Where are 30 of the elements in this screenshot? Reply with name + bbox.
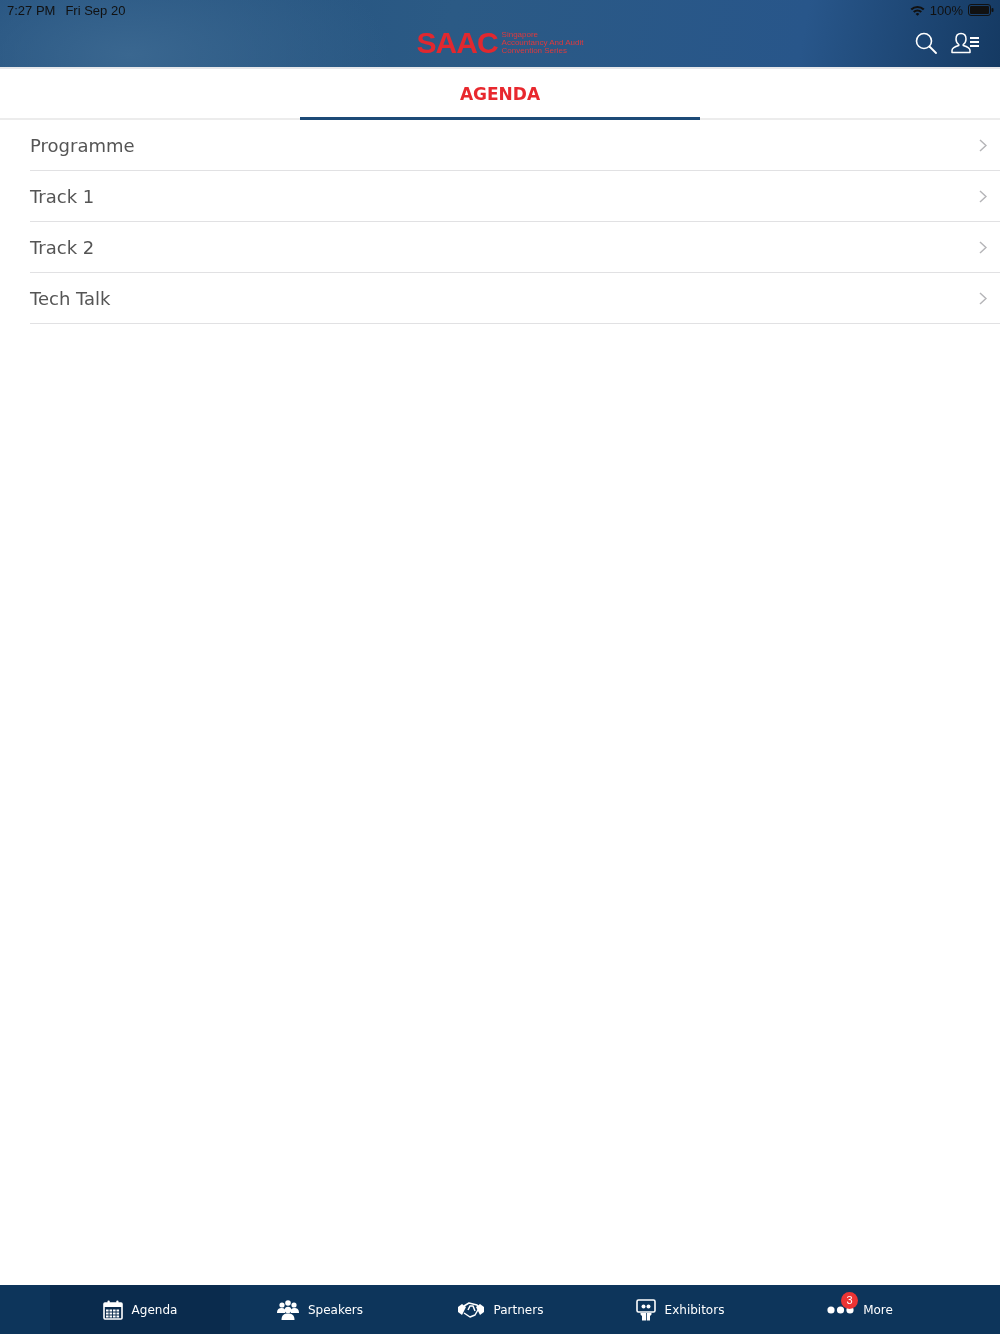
battery-icon [968,4,994,16]
status-date: Fri Sep 20 [65,2,126,18]
logo-mark: SAAC [416,27,498,58]
status-time: 7:27 PM [7,2,56,18]
logo-tagline: Convention Series [501,46,568,55]
search-icon[interactable] [915,32,937,54]
chevron-right-icon [979,189,987,203]
people-group-icon [276,1299,299,1320]
tab-bar-item[interactable]: 3 More [770,1285,950,1334]
notification-badge: 3 [841,1291,859,1309]
chevron-right-icon [979,240,987,254]
exhibitor-board-icon [635,1298,656,1321]
row-label: Track 2 [30,236,95,258]
chevron-right-icon [979,138,987,152]
handshake-icon [456,1300,485,1319]
row-label: Programme [30,134,135,156]
row-label: Tech Talk [30,287,111,309]
chevron-right-icon [979,291,987,305]
tab-bar-item[interactable]: Partners [410,1285,590,1334]
tab-bar-item[interactable]: Speakers [230,1285,410,1334]
calendar-icon [102,1299,123,1320]
more-dots-icon [827,1305,855,1314]
user-list-icon[interactable] [951,32,980,54]
wifi-icon [909,4,925,16]
battery-percent: 100% [929,2,963,18]
logo-tagline: Singapore [501,30,539,39]
row-label: Track 1 [30,185,95,207]
logo-tagline: Accountancy And Audit [501,38,584,47]
tab-bar-item[interactable]: Agenda [50,1285,230,1334]
tab-bar-item[interactable]: Exhibitors [590,1285,770,1334]
